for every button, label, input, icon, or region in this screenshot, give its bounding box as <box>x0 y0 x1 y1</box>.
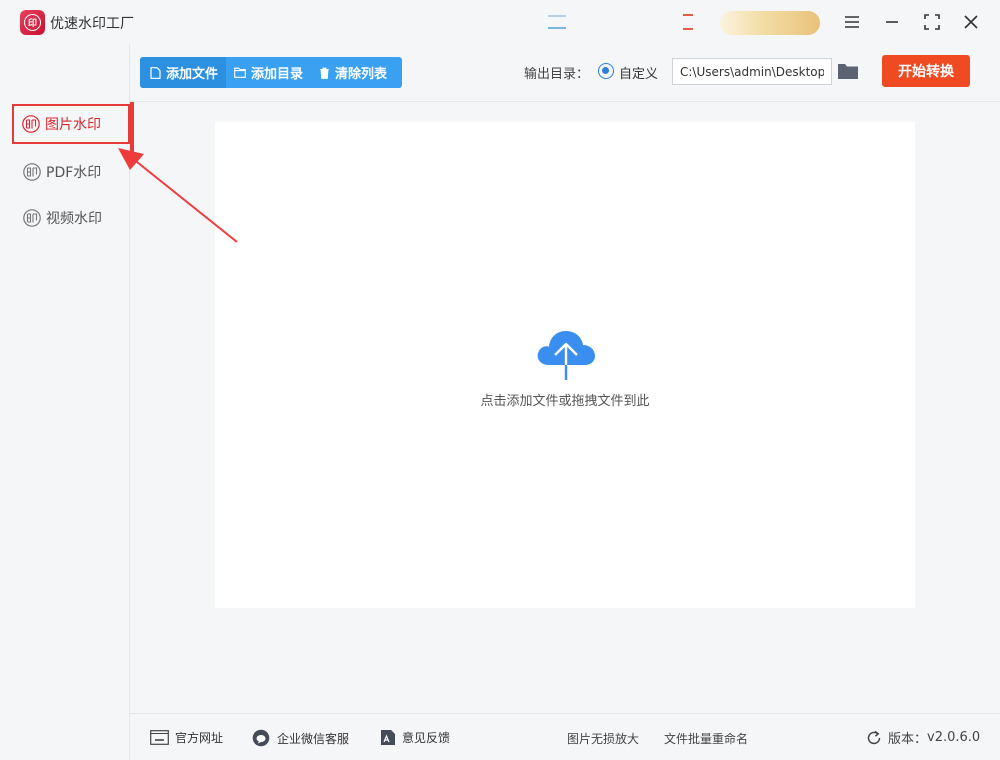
custom-dir-label[interactable]: 自定义 <box>619 63 658 82</box>
feedback-link[interactable]: 意见反馈 <box>380 729 450 746</box>
refresh-icon <box>867 730 881 744</box>
menu-icon[interactable] <box>839 9 865 35</box>
feedback-label: 意见反馈 <box>402 731 451 745</box>
status-footer: 官方网址 企业微信客服 意见反馈 图片无损放大 文件批量重命名 版本： v2.0… <box>130 713 1000 760</box>
add-file-label: 添加文件 <box>166 67 219 82</box>
app-logo-icon: 印 <box>20 10 45 35</box>
image-upscale-link[interactable]: 图片无损放大 <box>567 730 639 747</box>
app-title: 优速水印工厂 <box>50 16 134 32</box>
vip-button[interactable] <box>720 11 820 35</box>
file-action-group: 添加文件 添加目录 清除列表 <box>140 57 402 88</box>
folder-icon <box>234 67 246 78</box>
add-file-button[interactable]: 添加文件 <box>140 57 227 88</box>
custom-dir-radio[interactable] <box>598 63 614 79</box>
add-folder-label: 添加目录 <box>251 67 304 82</box>
maximize-icon[interactable] <box>919 9 945 35</box>
toolbar: 添加文件 添加目录 清除列表 输出目录： 自定义 开始转换 <box>130 44 1000 102</box>
logo-glyph: 印 <box>24 14 41 31</box>
output-path-input[interactable] <box>672 58 832 85</box>
file-drop-zone[interactable]: 点击添加文件或拖拽文件到此 <box>215 122 915 608</box>
sidebar-item-pdf-watermark[interactable]: PDF水印 <box>14 152 124 192</box>
website-label: 官方网址 <box>175 731 224 745</box>
sidebar-item-video-watermark[interactable]: 视频水印 <box>14 198 124 238</box>
output-dir-label: 输出目录： <box>524 67 590 82</box>
folder-browse-icon[interactable] <box>837 60 859 82</box>
wechat-support-link[interactable]: 企业微信客服 <box>251 729 349 747</box>
sidebar: 图片水印 PDF水印 视频水印 <box>0 44 134 760</box>
website-icon <box>150 730 169 745</box>
file-icon <box>150 66 161 79</box>
start-convert-button[interactable]: 开始转换 <box>882 55 970 87</box>
version-number: v2.0.6.0 <box>927 730 981 745</box>
close-icon[interactable] <box>958 9 984 35</box>
titlebar-badge-icon[interactable] <box>681 12 695 32</box>
titlebar-widget-icon[interactable] <box>546 14 568 30</box>
trash-icon <box>320 67 330 79</box>
watermark-stamp-icon <box>23 209 41 227</box>
batch-rename-link[interactable]: 文件批量重命名 <box>664 730 748 747</box>
cloud-upload-icon <box>537 331 595 380</box>
sidebar-item-label: 视频水印 <box>46 211 102 227</box>
title-bar: 印 优速水印工厂 <box>0 0 1000 44</box>
version-label: 版本： <box>888 732 928 747</box>
clear-list-button[interactable]: 清除列表 <box>311 57 395 88</box>
website-link[interactable]: 官方网址 <box>150 729 223 746</box>
chat-icon <box>252 729 270 747</box>
minimize-icon[interactable] <box>879 9 905 35</box>
sidebar-item-label: PDF水印 <box>46 165 102 181</box>
watermark-stamp-icon <box>23 163 41 181</box>
add-folder-button[interactable]: 添加目录 <box>226 57 311 88</box>
watermark-stamp-icon <box>22 115 40 133</box>
sidebar-item-image-watermark[interactable]: 图片水印 <box>12 92 134 154</box>
wechat-label: 企业微信客服 <box>277 731 350 746</box>
sidebar-item-label: 图片水印 <box>45 117 101 133</box>
clear-list-label: 清除列表 <box>335 67 388 82</box>
feedback-icon <box>381 730 395 745</box>
drop-hint-text: 点击添加文件或拖拽文件到此 <box>480 394 650 409</box>
version-info[interactable]: 版本： v2.0.6.0 <box>866 728 980 747</box>
